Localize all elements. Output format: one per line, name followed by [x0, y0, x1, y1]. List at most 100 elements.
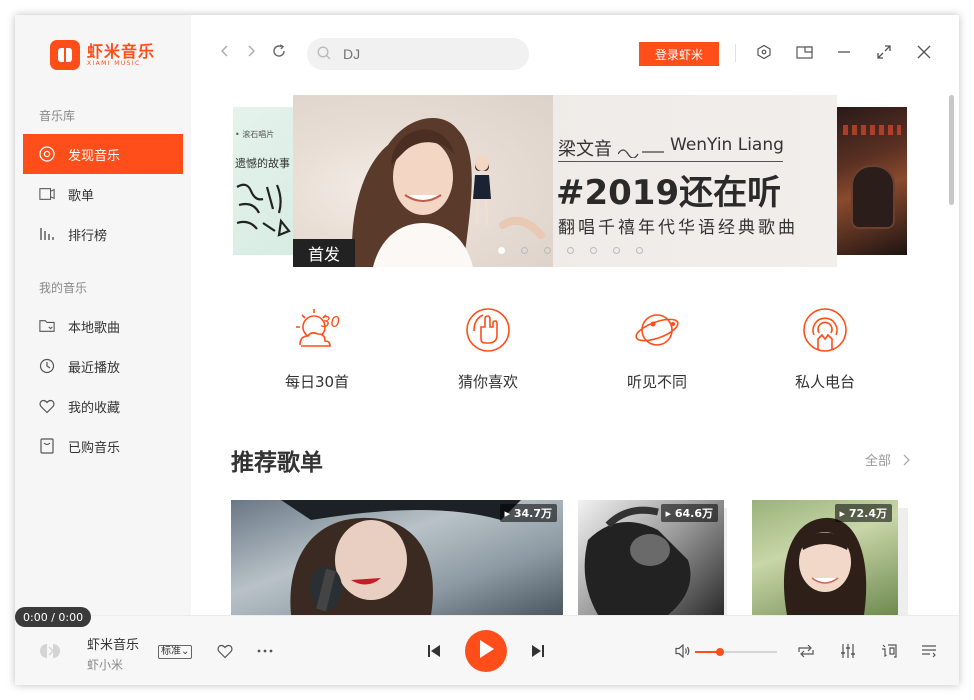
daily-30-icon: 30	[292, 305, 342, 355]
refresh-icon[interactable]	[272, 43, 286, 62]
section-label-music-library: 音乐库	[39, 109, 76, 123]
view-all-link[interactable]: 全部	[865, 450, 911, 470]
feature-daily-30[interactable]: 30 每日30首	[257, 305, 377, 392]
discover-icon	[39, 146, 55, 162]
volume-handle[interactable]	[715, 648, 724, 656]
clock-icon	[39, 358, 55, 374]
sidebar: 虾米音乐 XIAMI MUSIC 音乐库 发现音乐 歌单 排行榜 我的音乐 本地…	[15, 15, 191, 615]
sidebar-item-local-songs[interactable]: 本地歌曲	[23, 306, 183, 346]
sidebar-item-playlists[interactable]: 歌单	[23, 174, 183, 214]
play-count-badge: ▸ 72.4万	[834, 504, 892, 522]
play-button[interactable]	[465, 630, 507, 672]
feature-label: 猜你喜欢	[457, 373, 518, 391]
play-count-badge: ▸ 34.7万	[499, 504, 557, 522]
heart-icon[interactable]	[216, 642, 234, 660]
playlist-icon	[39, 186, 55, 202]
login-button[interactable]: 登录虾米	[639, 42, 719, 66]
sidebar-item-label: 我的收藏	[68, 400, 121, 416]
banner-tag: 首发	[293, 239, 355, 267]
app-logo[interactable]: 虾米音乐 XIAMI MUSIC	[50, 40, 155, 70]
banner-artist-cn: 梁文音	[558, 139, 612, 160]
brand-name: 虾米音乐	[87, 41, 156, 61]
search-box[interactable]	[307, 38, 529, 70]
playlist-card-1[interactable]: ▸ 34.7万	[231, 500, 563, 615]
banner-prev-calligraphy-icon	[233, 179, 293, 245]
banner-divider	[558, 161, 783, 162]
album-placeholder-icon[interactable]	[37, 638, 63, 664]
equalizer-icon[interactable]	[838, 641, 858, 661]
sidebar-item-label: 本地歌曲	[68, 320, 121, 336]
chevron-down-icon: ⌄	[181, 646, 190, 657]
more-icon[interactable]	[255, 642, 275, 660]
banner-next-pattern	[843, 125, 901, 135]
play-count-3: 72.4万	[848, 507, 887, 520]
heart-icon	[39, 398, 55, 414]
feature-private-radio[interactable]: 私人电台	[765, 305, 885, 392]
quality-label: 标准	[161, 646, 181, 657]
skin-icon[interactable]	[755, 43, 773, 61]
view-all-label: 全部	[865, 454, 892, 469]
back-arrow-icon[interactable]	[220, 43, 230, 62]
banner-prev-slide[interactable]: • 滚石唱片 遗憾的故事	[233, 107, 295, 255]
carousel-dot[interactable]	[567, 247, 574, 254]
banner-prev-title: 遗憾的故事	[235, 157, 290, 170]
playlist-queue-icon[interactable]	[919, 641, 939, 661]
time-display: 0:00 / 0:00	[15, 607, 92, 627]
volume-slider[interactable]	[695, 648, 777, 656]
sidebar-item-favorites[interactable]: 我的收藏	[23, 386, 183, 426]
play-count-badge: ▸ 64.6万	[660, 504, 718, 522]
sidebar-item-charts[interactable]: 排行榜	[23, 214, 183, 254]
carousel-dot[interactable]	[521, 247, 528, 254]
sidebar-item-label: 歌单	[68, 188, 95, 204]
chart-icon	[39, 226, 55, 242]
folder-icon	[39, 318, 55, 334]
search-input[interactable]	[343, 46, 513, 62]
carousel-dot[interactable]	[636, 247, 643, 254]
sidebar-item-purchased[interactable]: 已购音乐	[23, 426, 183, 466]
carousel-dot[interactable]	[613, 247, 620, 254]
banner-next-figure	[853, 167, 893, 227]
sidebar-item-discover[interactable]: 发现音乐	[23, 134, 183, 174]
banner-artist-en: WenYin Liang	[670, 135, 784, 155]
feature-label: 每日30首	[284, 373, 350, 391]
sidebar-item-recent[interactable]: 最近播放	[23, 346, 183, 386]
app-window: 虾米音乐 XIAMI MUSIC 音乐库 发现音乐 歌单 排行榜 我的音乐 本地…	[15, 15, 959, 685]
search-icon	[317, 45, 331, 64]
player-bar: 虾米音乐 虾小米 标准⌄	[15, 615, 959, 685]
forward-arrow-icon[interactable]	[246, 43, 256, 62]
purchased-icon	[39, 438, 55, 454]
banner-wave-icon	[617, 143, 664, 162]
previous-track-icon[interactable]	[425, 642, 443, 660]
playlist-card-2[interactable]: ▸ 64.6万	[578, 500, 724, 615]
chevron-right-icon	[903, 454, 911, 470]
song-title[interactable]: 虾米音乐	[87, 634, 139, 653]
carousel-dot[interactable]	[544, 247, 551, 254]
banner-next-slide[interactable]	[837, 107, 907, 255]
sidebar-item-label: 排行榜	[68, 228, 108, 244]
carousel-dot[interactable]	[498, 247, 505, 254]
section-label-my-music: 我的音乐	[39, 281, 88, 295]
radio-icon	[800, 305, 850, 355]
banner-carousel[interactable]: 梁文音 WenYin Liang #2019还在听 翻唱千禧年代华语经典歌曲 首…	[293, 95, 837, 267]
close-icon[interactable]	[915, 43, 933, 61]
play-count-1: 34.7万	[513, 507, 552, 520]
sidebar-item-label: 已购音乐	[68, 440, 121, 456]
header-divider	[735, 44, 736, 62]
brand-name-en: XIAMI MUSIC	[87, 59, 141, 67]
lyrics-icon[interactable]	[879, 641, 899, 661]
repeat-icon[interactable]	[796, 641, 816, 661]
minimize-icon[interactable]	[835, 43, 853, 61]
mini-mode-icon[interactable]	[795, 43, 813, 61]
carousel-dot[interactable]	[590, 247, 597, 254]
next-track-icon[interactable]	[529, 642, 547, 660]
quality-selector[interactable]: 标准⌄	[158, 645, 193, 659]
song-artist[interactable]: 虾小米	[87, 656, 123, 673]
volume-icon[interactable]	[674, 642, 692, 660]
feature-guess-like[interactable]: 猜你喜欢	[428, 305, 548, 392]
maximize-icon[interactable]	[875, 43, 893, 61]
banner-prev-label: • 滚石唱片	[235, 130, 275, 139]
feature-hear-different[interactable]: 听见不同	[597, 305, 717, 392]
feature-label: 听见不同	[626, 373, 687, 391]
scrollbar-thumb[interactable]	[949, 95, 954, 205]
playlist-card-3[interactable]: ▸ 72.4万	[752, 500, 898, 615]
